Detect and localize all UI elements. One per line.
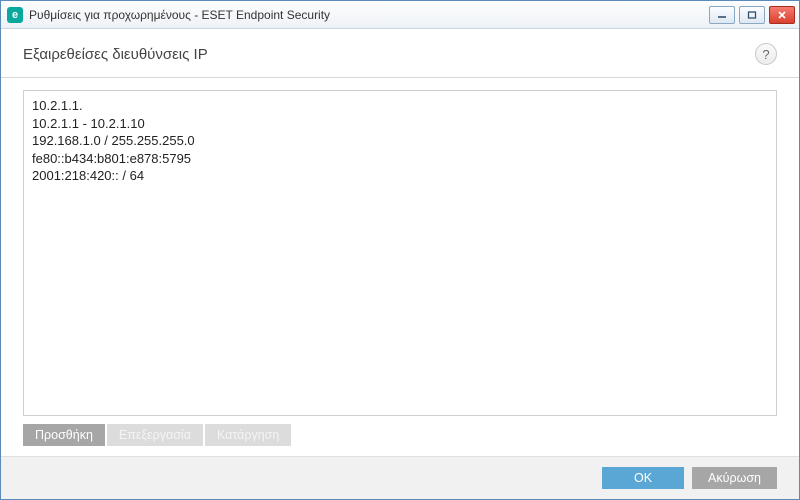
list-item[interactable]: 2001:218:420:: / 64	[32, 167, 768, 185]
remove-button: Κατάργηση	[205, 424, 291, 446]
close-button[interactable]	[769, 6, 795, 24]
edit-button: Επεξεργασία	[107, 424, 203, 446]
window-root: e Ρυθμίσεις για προχωρημένους - ESET End…	[0, 0, 800, 500]
help-button[interactable]: ?	[755, 43, 777, 65]
window-title: Ρυθμίσεις για προχωρημένους - ESET Endpo…	[29, 8, 330, 22]
app-icon: e	[7, 7, 23, 23]
ip-list[interactable]: 10.2.1.1. 10.2.1.1 - 10.2.1.10 192.168.1…	[23, 90, 777, 416]
list-item[interactable]: fe80::b434:b801:e878:5795	[32, 150, 768, 168]
minimize-button[interactable]	[709, 6, 735, 24]
maximize-button[interactable]	[739, 6, 765, 24]
titlebar: e Ρυθμίσεις για προχωρημένους - ESET End…	[1, 1, 799, 29]
dialog-footer: OK Ακύρωση	[1, 456, 799, 499]
minimize-icon	[717, 11, 727, 19]
list-item[interactable]: 192.168.1.0 / 255.255.255.0	[32, 132, 768, 150]
maximize-icon	[747, 11, 757, 19]
dialog-title: Εξαιρεθείσες διευθύνσεις IP	[23, 46, 208, 63]
content-area: 10.2.1.1. 10.2.1.1 - 10.2.1.10 192.168.1…	[1, 78, 799, 456]
cancel-button[interactable]: Ακύρωση	[692, 467, 777, 489]
list-item[interactable]: 10.2.1.1.	[32, 97, 768, 115]
add-button[interactable]: Προσθήκη	[23, 424, 105, 446]
dialog-header: Εξαιρεθείσες διευθύνσεις IP ?	[1, 29, 799, 78]
window-controls	[709, 6, 795, 24]
action-row: Προσθήκη Επεξεργασία Κατάργηση	[23, 424, 777, 446]
list-item[interactable]: 10.2.1.1 - 10.2.1.10	[32, 115, 768, 133]
ok-button[interactable]: OK	[602, 467, 684, 489]
close-icon	[777, 11, 787, 19]
